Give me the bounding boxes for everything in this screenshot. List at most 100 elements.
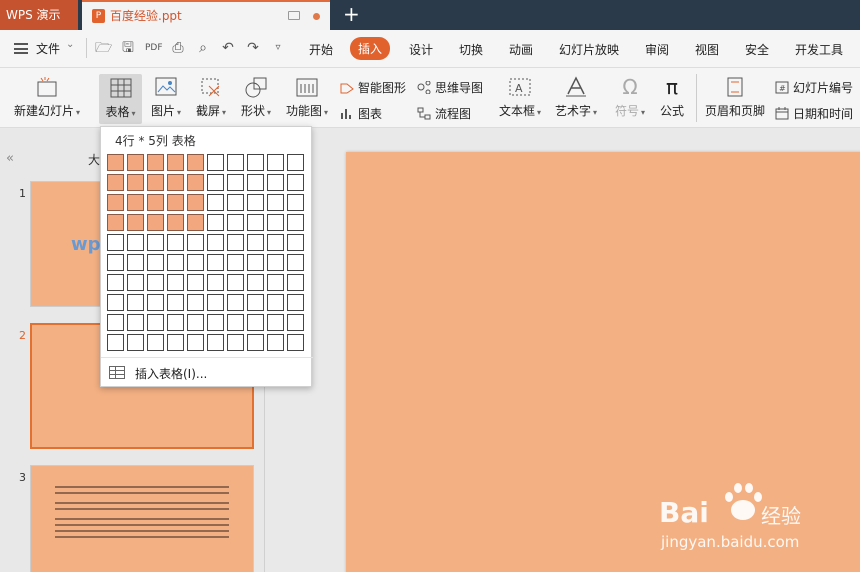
- table-grid-cell[interactable]: [107, 194, 124, 211]
- table-grid-cell[interactable]: [227, 314, 244, 331]
- menu-slideshow[interactable]: 幻灯片放映: [559, 41, 619, 58]
- table-grid-cell[interactable]: [147, 174, 164, 191]
- app-tab[interactable]: WPS 演示: [0, 0, 78, 30]
- table-grid-cell[interactable]: [127, 314, 144, 331]
- table-grid-cell[interactable]: [227, 214, 244, 231]
- table-grid-cell[interactable]: [207, 274, 224, 291]
- table-grid-cell[interactable]: [227, 334, 244, 351]
- shape-button[interactable]: 形状 ▾: [236, 76, 276, 119]
- table-grid-cell[interactable]: [227, 194, 244, 211]
- table-grid-cell[interactable]: [247, 214, 264, 231]
- table-grid-cell[interactable]: [187, 314, 204, 331]
- table-grid-cell[interactable]: [167, 174, 184, 191]
- mind-map-button[interactable]: 思维导图: [417, 79, 483, 96]
- table-grid-cell[interactable]: [247, 194, 264, 211]
- table-grid-cell[interactable]: [207, 174, 224, 191]
- export-pdf-icon[interactable]: PDF: [145, 40, 163, 56]
- collapse-panel-icon[interactable]: «: [6, 151, 14, 166]
- table-grid-cell[interactable]: [287, 154, 304, 171]
- table-grid-cell[interactable]: [267, 194, 284, 211]
- menu-design[interactable]: 设计: [409, 41, 433, 58]
- table-grid-cell[interactable]: [107, 234, 124, 251]
- menu-home[interactable]: 开始: [309, 41, 333, 58]
- new-tab-button[interactable]: +: [343, 2, 360, 26]
- file-menu[interactable]: 文件: [36, 40, 60, 57]
- table-grid-cell[interactable]: [107, 174, 124, 191]
- new-slide-button[interactable]: 新建幻灯片 ▾: [10, 76, 84, 119]
- table-grid-cell[interactable]: [267, 274, 284, 291]
- menu-view[interactable]: 视图: [695, 41, 719, 58]
- table-grid-cell[interactable]: [287, 254, 304, 271]
- table-grid-cell[interactable]: [107, 334, 124, 351]
- table-grid-cell[interactable]: [187, 194, 204, 211]
- flowchart-button[interactable]: 流程图: [417, 105, 471, 122]
- panel-tab-outline[interactable]: 大: [88, 151, 100, 168]
- monitor-icon[interactable]: [288, 11, 300, 20]
- table-grid-cell[interactable]: [147, 254, 164, 271]
- table-grid-cell[interactable]: [287, 314, 304, 331]
- date-time-button[interactable]: 日期和时间: [775, 105, 853, 122]
- menu-insert[interactable]: 插入: [350, 37, 391, 60]
- table-grid-cell[interactable]: [227, 254, 244, 271]
- table-grid-cell[interactable]: [247, 254, 264, 271]
- table-grid-cell[interactable]: [287, 214, 304, 231]
- table-grid-cell[interactable]: [107, 274, 124, 291]
- function-chart-button[interactable]: 功能图 ▾: [282, 76, 332, 119]
- table-grid-cell[interactable]: [187, 174, 204, 191]
- table-grid-cell[interactable]: [247, 294, 264, 311]
- table-grid-cell[interactable]: [107, 294, 124, 311]
- table-grid-cell[interactable]: [167, 274, 184, 291]
- hamburger-menu-icon[interactable]: [14, 43, 28, 54]
- table-grid-cell[interactable]: [227, 234, 244, 251]
- table-grid-cell[interactable]: [127, 194, 144, 211]
- save-icon[interactable]: 🖫: [120, 40, 136, 56]
- chart-button[interactable]: 图表: [340, 105, 382, 122]
- menu-transition[interactable]: 切换: [459, 41, 483, 58]
- table-grid-cell[interactable]: [127, 254, 144, 271]
- table-grid-cell[interactable]: [287, 294, 304, 311]
- table-grid-cell[interactable]: [227, 154, 244, 171]
- table-grid-cell[interactable]: [127, 174, 144, 191]
- table-grid-cell[interactable]: [167, 194, 184, 211]
- table-grid-cell[interactable]: [187, 334, 204, 351]
- menu-developer[interactable]: 开发工具: [795, 41, 843, 58]
- table-grid-cell[interactable]: [187, 294, 204, 311]
- table-grid-cell[interactable]: [267, 314, 284, 331]
- picture-button[interactable]: 图片 ▾: [146, 76, 186, 119]
- chevron-down-icon[interactable]: ⌄: [66, 39, 74, 50]
- table-grid-cell[interactable]: [127, 274, 144, 291]
- table-grid-cell[interactable]: [127, 214, 144, 231]
- table-grid-cell[interactable]: [227, 174, 244, 191]
- table-grid-cell[interactable]: [147, 334, 164, 351]
- table-grid-cell[interactable]: [147, 274, 164, 291]
- table-grid-cell[interactable]: [107, 254, 124, 271]
- document-tab[interactable]: P 百度经验.ppt: [82, 0, 330, 30]
- table-grid-cell[interactable]: [207, 154, 224, 171]
- table-grid-cell[interactable]: [207, 334, 224, 351]
- table-grid-cell[interactable]: [247, 314, 264, 331]
- table-grid-cell[interactable]: [167, 294, 184, 311]
- table-grid-cell[interactable]: [167, 254, 184, 271]
- table-grid-cell[interactable]: [267, 294, 284, 311]
- table-grid-cell[interactable]: [247, 154, 264, 171]
- table-grid-cell[interactable]: [267, 214, 284, 231]
- open-folder-icon[interactable]: 🗁: [95, 40, 112, 56]
- table-size-grid[interactable]: [107, 154, 307, 354]
- customize-toolbar-icon[interactable]: ▿: [270, 40, 286, 56]
- table-grid-cell[interactable]: [147, 194, 164, 211]
- table-grid-cell[interactable]: [207, 214, 224, 231]
- wordart-button[interactable]: 艺术字 ▾: [552, 76, 600, 119]
- symbol-button[interactable]: Ω 符号 ▾: [610, 76, 650, 119]
- table-grid-cell[interactable]: [187, 254, 204, 271]
- header-footer-button[interactable]: 页眉和页脚: [702, 76, 768, 119]
- table-grid-cell[interactable]: [287, 274, 304, 291]
- table-grid-cell[interactable]: [167, 334, 184, 351]
- menu-security[interactable]: 安全: [745, 41, 769, 58]
- table-grid-cell[interactable]: [127, 294, 144, 311]
- table-grid-cell[interactable]: [267, 174, 284, 191]
- table-grid-cell[interactable]: [187, 234, 204, 251]
- table-grid-cell[interactable]: [127, 154, 144, 171]
- table-grid-cell[interactable]: [107, 214, 124, 231]
- table-grid-cell[interactable]: [167, 314, 184, 331]
- table-button[interactable]: 表格 ▾: [99, 74, 142, 124]
